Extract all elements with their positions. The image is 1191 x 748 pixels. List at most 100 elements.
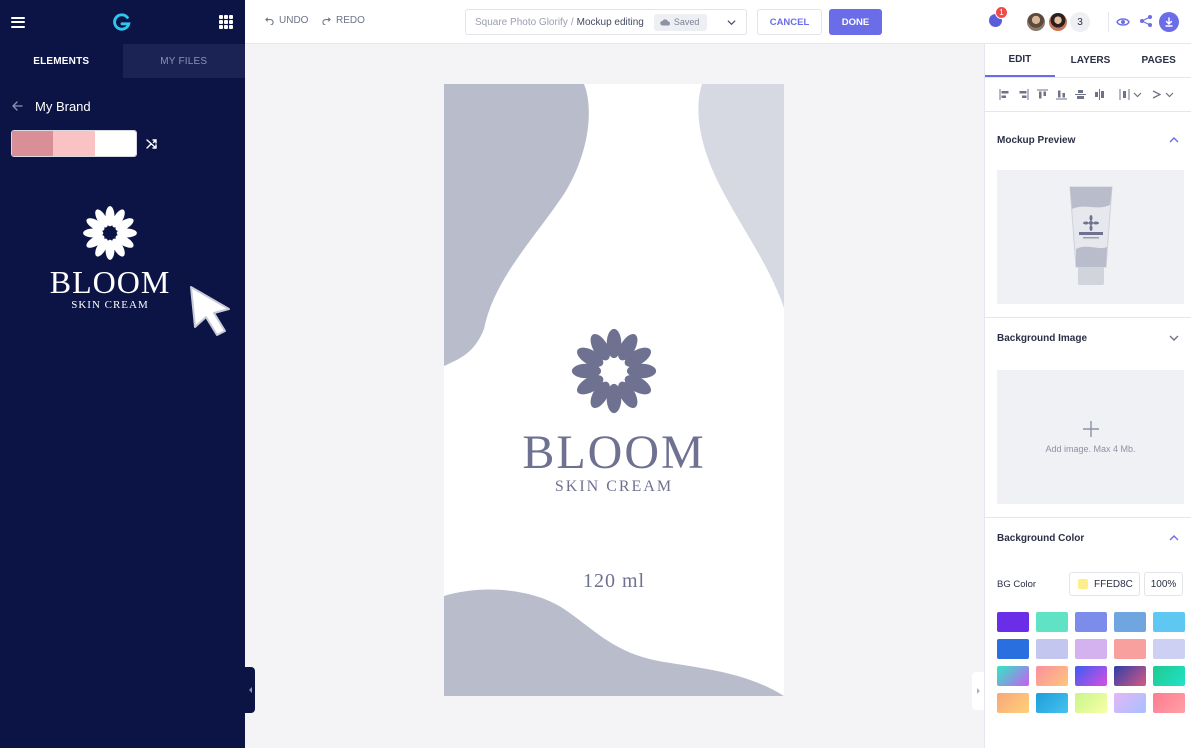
add-image-hint: Add image. Max 4 Mb. [1045,444,1136,454]
color-swatch[interactable] [1114,612,1146,632]
background-image-header[interactable]: Background Image [985,318,1191,358]
color-swatch[interactable] [1036,612,1068,632]
color-swatch[interactable] [1075,693,1107,713]
align-bottom-icon[interactable] [1056,89,1067,100]
redo-label: REDO [336,15,365,26]
collapse-left-panel-handle[interactable] [245,667,255,713]
flower-logo-icon [83,206,137,260]
align-right-icon[interactable] [1018,89,1029,100]
align-center-horizontal-icon[interactable] [1094,89,1105,100]
plus-icon [1082,421,1099,437]
saved-status-badge: Saved [653,13,708,31]
avatar[interactable] [1026,12,1046,32]
color-swatch[interactable] [1114,693,1146,713]
top-toolbar: UNDO REDO Square Photo Glorify / Mockup … [245,0,1191,44]
bg-color-swatch[interactable] [1078,579,1088,589]
brand-header: My Brand [0,78,245,134]
color-swatch[interactable] [1075,666,1107,686]
redo-icon [322,17,331,25]
saved-label: Saved [673,17,700,27]
alignment-toolbar [985,78,1191,112]
color-swatch[interactable] [1153,666,1185,686]
preview-eye-icon[interactable] [1116,15,1130,29]
document-path[interactable]: Square Photo Glorify [475,17,568,28]
mockup-preview-header[interactable]: Mockup Preview [985,120,1191,160]
app-logo-icon[interactable] [113,13,131,31]
color-swatch[interactable] [1114,666,1146,686]
brand-logo-subtitle: SKIN CREAM [71,299,149,311]
color-swatch[interactable] [1036,666,1068,686]
share-icon[interactable] [1139,14,1153,28]
brand-logo-element[interactable]: BLOOM SKIN CREAM [40,205,180,311]
tab-layers[interactable]: LAYERS [1055,44,1127,77]
mockup-preview-title: Mockup Preview [997,134,1076,146]
tab-pages[interactable]: PAGES [1126,44,1191,77]
bg-color-label: BG Color [997,578,1037,590]
chevron-down-icon[interactable] [727,18,736,27]
color-swatch[interactable] [997,666,1029,686]
color-swatch[interactable] [1153,639,1185,659]
brand-title: My Brand [35,98,91,114]
align-center-vertical-icon[interactable] [1075,89,1086,100]
chevron-up-icon[interactable] [1169,533,1179,543]
color-swatch[interactable] [1153,612,1185,632]
right-panel: EDIT LAYERS PAGES Mockup Preview Backgro… [984,44,1191,748]
document-name[interactable]: Mockup editing [577,17,644,28]
artboard-logo-subtitle: SKIN CREAM [554,478,674,495]
align-top-icon[interactable] [1037,89,1048,100]
tab-my-files[interactable]: MY FILES [122,44,245,78]
bg-opacity-input[interactable]: 100% [1144,572,1183,596]
add-background-image-dropzone[interactable]: Add image. Max 4 Mb. [997,370,1184,504]
chevron-up-icon[interactable] [1169,135,1179,145]
left-tabs: ELEMENTS MY FILES [0,44,245,78]
notification-badge: 1 [995,6,1008,19]
align-left-icon[interactable] [999,89,1010,100]
artboard-volume-text[interactable]: 120 ml [444,570,784,593]
chevron-right-icon [976,688,980,694]
design-artboard[interactable]: BLOOM SKIN CREAM 120 ml [444,84,784,696]
download-button[interactable] [1159,12,1179,32]
palette-color-2[interactable] [53,131,95,156]
distribute-icon[interactable] [1119,89,1130,100]
bg-color-row: BG Color FFED8C 100% [985,572,1191,596]
redo-button[interactable]: REDO [322,15,365,26]
apps-grid-icon[interactable] [219,15,233,29]
color-swatch[interactable] [1036,639,1068,659]
color-swatch[interactable] [997,612,1029,632]
color-swatch[interactable] [997,693,1029,713]
chevron-down-icon[interactable] [1132,89,1143,100]
mockup-preview-image[interactable] [997,170,1184,304]
background-color-header[interactable]: Background Color [985,518,1191,558]
avatar[interactable] [1048,12,1068,32]
brand-palette-row [0,130,245,157]
color-swatch-grid [985,612,1191,713]
download-icon [1165,17,1173,27]
background-color-title: Background Color [997,532,1085,544]
collapse-right-panel-handle[interactable] [972,672,984,710]
bg-color-hex-value: FFED8C [1094,578,1133,590]
color-swatch[interactable] [1075,612,1107,632]
palette-color-3[interactable] [94,131,136,156]
color-swatch[interactable] [997,639,1029,659]
cancel-button[interactable]: CANCEL [757,9,822,35]
palette-color-1[interactable] [12,131,54,156]
color-swatch[interactable] [1114,639,1146,659]
left-panel: ELEMENTS MY FILES My Brand BLOOM SKIN CR… [0,0,245,748]
tab-edit[interactable]: EDIT [985,44,1055,77]
chevron-down-icon[interactable] [1169,333,1179,343]
brand-color-palette[interactable] [11,130,137,157]
collaborator-count[interactable]: 3 [1070,12,1090,32]
back-arrow-icon[interactable] [11,100,23,112]
done-button[interactable]: DONE [829,9,882,35]
arrange-icon[interactable] [1151,89,1162,100]
tab-elements[interactable]: ELEMENTS [0,44,123,78]
menu-icon[interactable] [11,16,25,28]
shuffle-icon[interactable] [145,137,159,151]
color-swatch[interactable] [1075,639,1107,659]
artboard-logo[interactable]: BLOOM SKIN CREAM [444,328,784,496]
chevron-down-icon[interactable] [1164,89,1175,100]
color-swatch[interactable] [1036,693,1068,713]
bg-color-hex-input[interactable]: FFED8C [1069,572,1140,596]
color-swatch[interactable] [1153,693,1185,713]
undo-button[interactable]: UNDO [265,15,308,26]
